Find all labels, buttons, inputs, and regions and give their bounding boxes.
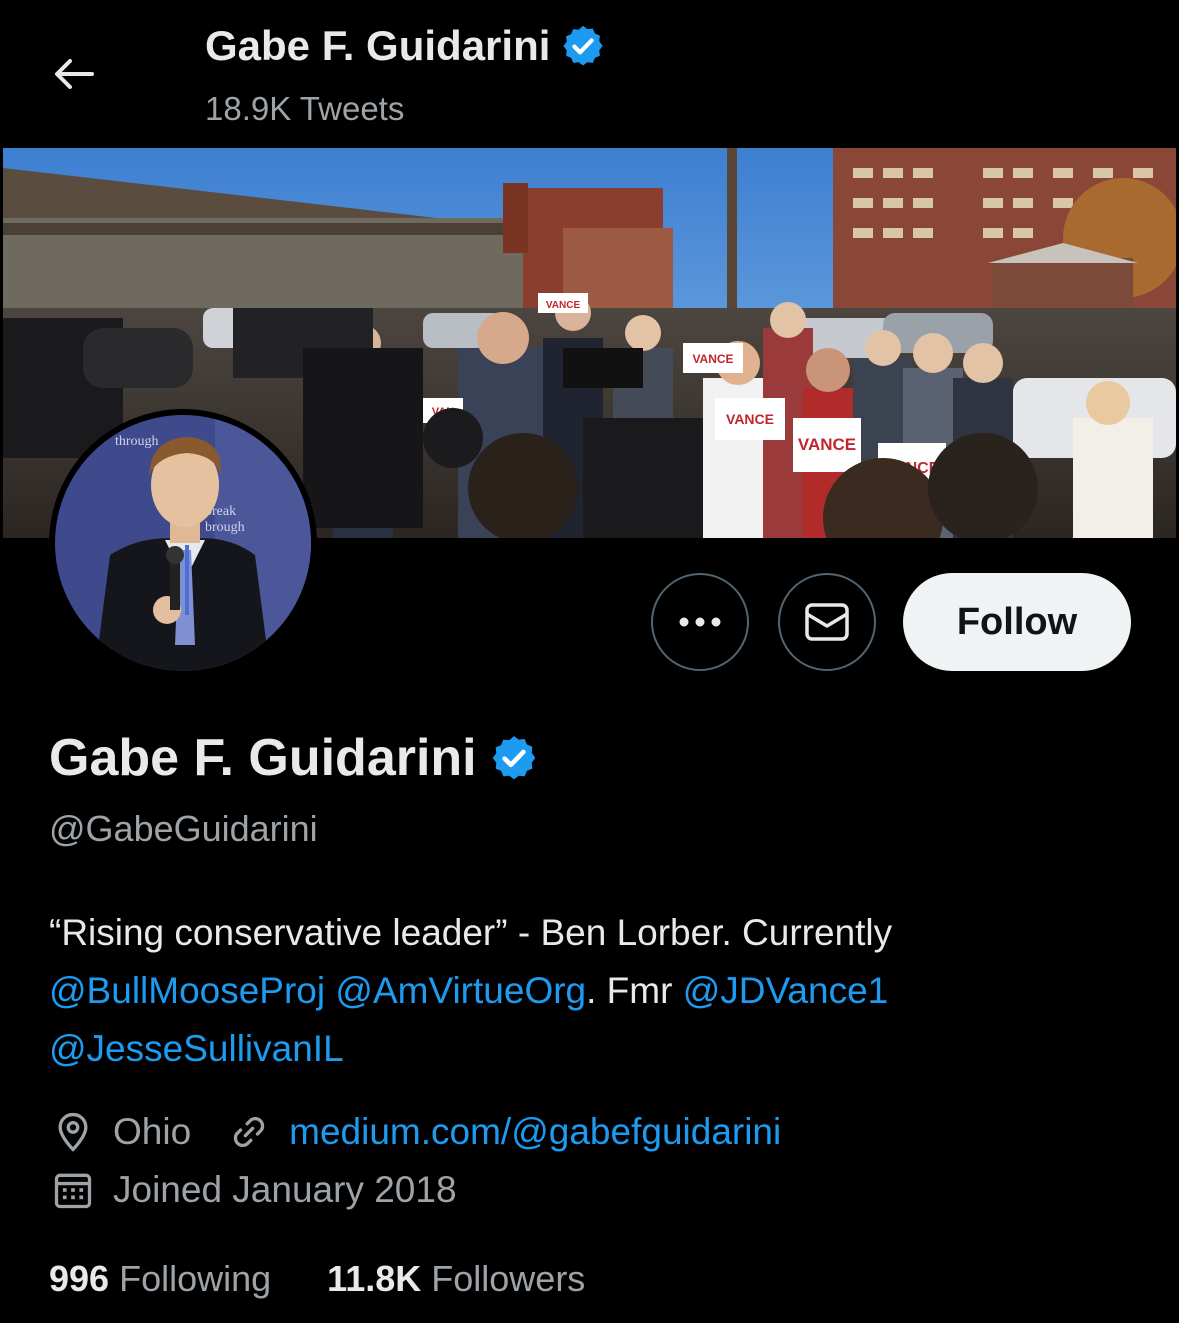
follow-button[interactable]: Follow (903, 573, 1131, 671)
bio-text-1: “Rising conservative leader” - Ben Lorbe… (49, 912, 893, 953)
banner-sign-2: VANCE (726, 411, 774, 427)
profile-name-row: Gabe F. Guidarini (49, 728, 539, 788)
profile-meta-joined-row: Joined January 2018 (49, 1166, 457, 1214)
header-tweet-count: 18.9K Tweets (205, 90, 405, 127)
avatar-image: through break brough (55, 415, 311, 671)
verified-badge-icon (492, 736, 535, 780)
top-bar: Gabe F. Guidarini 18.9K Tweets (0, 0, 1179, 148)
banner-sign-1: VANCE (692, 352, 733, 366)
mention-jdvance1[interactable]: @JDVance1 (683, 970, 889, 1011)
verified-badge-icon (563, 25, 603, 66)
link-icon (225, 1108, 273, 1156)
banner-sign-5: VANCE (546, 300, 581, 311)
more-icon (679, 617, 721, 627)
mention-bullmooseproj[interactable]: @BullMooseProj (49, 970, 325, 1011)
profile-bio: “Rising conservative leader” - Ben Lorbe… (49, 904, 1139, 1078)
profile-handle: @GabeGuidarini (49, 808, 318, 849)
mention-jessesullivanil[interactable]: @JesseSullivanIL (49, 1028, 344, 1069)
followers-stat[interactable]: 11.8K Followers (327, 1258, 585, 1300)
back-arrow-icon (55, 59, 94, 89)
calendar-icon (49, 1166, 97, 1214)
profile-website-link[interactable]: medium.com/@gabefguidarini (289, 1111, 781, 1153)
mention-amvirtueorg[interactable]: @AmVirtueOrg (335, 970, 586, 1011)
profile-avatar[interactable]: through break brough (49, 409, 317, 677)
back-button[interactable] (46, 46, 102, 102)
mail-icon (805, 603, 849, 641)
message-button[interactable] (778, 573, 876, 671)
bio-text-2: . Fmr (586, 970, 683, 1011)
followers-count: 11.8K (327, 1258, 422, 1299)
following-stat[interactable]: 996 Following (49, 1258, 271, 1300)
followers-label: Followers (431, 1258, 586, 1299)
banner-sign-3: VANCE (798, 435, 856, 454)
profile-meta-location-row: Ohio medium.com/@gabefguidarini (49, 1108, 781, 1156)
profile-location: Ohio (113, 1111, 192, 1152)
more-options-button[interactable] (651, 573, 749, 671)
location-pin-icon (49, 1108, 97, 1156)
header-title: Gabe F. Guidarini (205, 22, 551, 69)
following-label: Following (119, 1258, 272, 1299)
header-title-row: Gabe F. Guidarini (205, 22, 606, 70)
profile-name: Gabe F. Guidarini (49, 729, 477, 787)
profile-joined-date: Joined January 2018 (113, 1169, 457, 1210)
following-count: 996 (49, 1258, 110, 1299)
avatar-backdrop-text-1: through (115, 434, 159, 449)
avatar-backdrop-text-3: brough (205, 520, 245, 535)
profile-stats: 996 Following 11.8K Followers (49, 1258, 585, 1300)
